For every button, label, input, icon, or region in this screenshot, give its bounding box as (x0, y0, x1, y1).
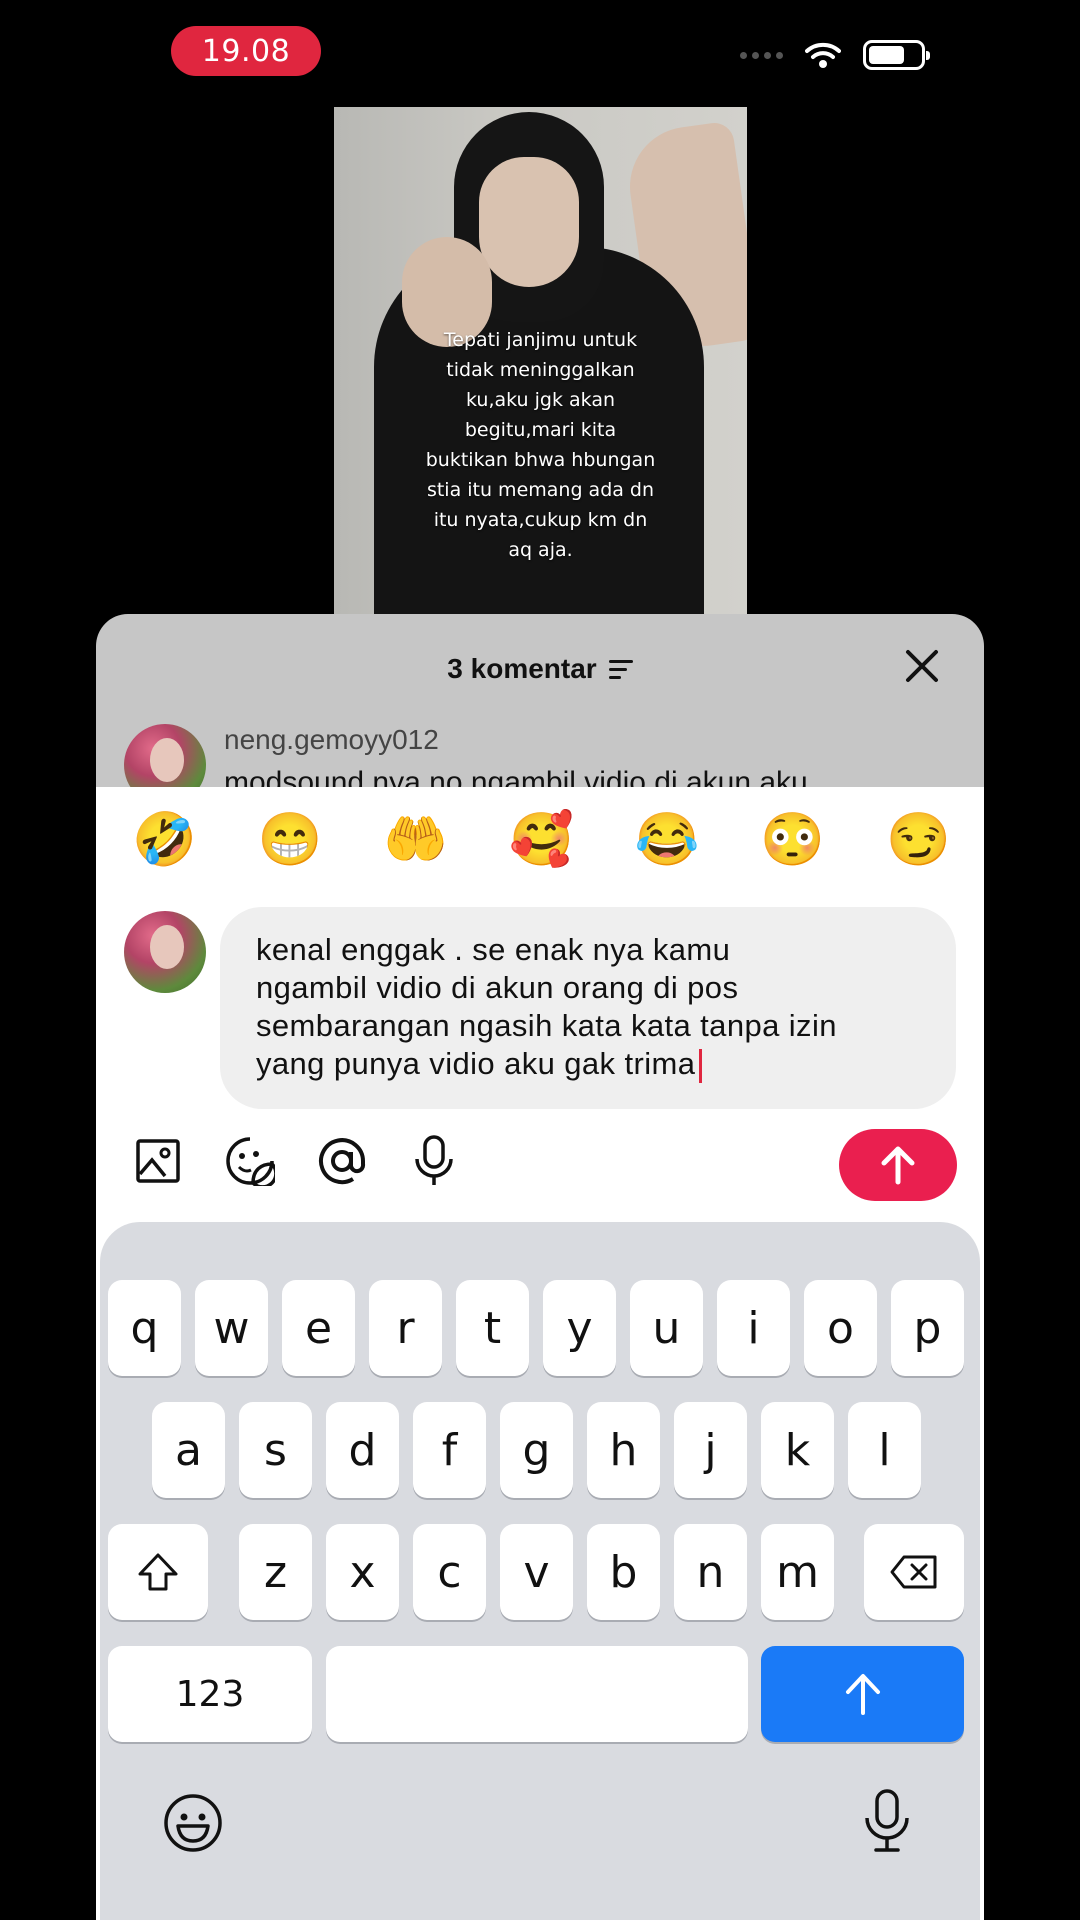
key-e[interactable]: e (282, 1280, 355, 1376)
key-g[interactable]: g (500, 1402, 573, 1498)
key-c[interactable]: c (413, 1524, 486, 1620)
comment-input-line: kenal enggak . se enak nya kamu (256, 932, 731, 967)
comment-input-line: ngambil vidio di akun orang di pos (256, 970, 739, 1005)
on-screen-keyboard: q w e r t y u i o p a s d f g h j k l z … (100, 1222, 980, 1920)
key-r[interactable]: r (369, 1280, 442, 1376)
delete-key[interactable] (864, 1524, 964, 1620)
key-v[interactable]: v (500, 1524, 573, 1620)
comment-count-header[interactable]: 3 komentar (96, 644, 984, 694)
key-i[interactable]: i (717, 1280, 790, 1376)
arrow-up-icon (845, 1674, 880, 1715)
user-avatar (124, 911, 206, 993)
key-y[interactable]: y (543, 1280, 616, 1376)
emoji-smirk[interactable]: 😏 (886, 809, 951, 871)
key-w[interactable]: w (195, 1280, 268, 1376)
key-n[interactable]: n (674, 1524, 747, 1620)
mention-icon[interactable] (316, 1135, 368, 1187)
key-t[interactable]: t (456, 1280, 529, 1376)
comment-username[interactable]: neng.gemoyy012 (224, 724, 439, 756)
backspace-icon (890, 1555, 937, 1589)
comment-sheet: 3 komentar neng.gemoyy012 modsound nya n… (96, 614, 984, 1920)
shift-key[interactable] (108, 1524, 208, 1620)
comment-input-line: sembarangan ngasih kata kata tanpa izin (256, 1008, 837, 1043)
close-icon[interactable] (900, 644, 944, 688)
key-x[interactable]: x (326, 1524, 399, 1620)
key-q[interactable]: q (108, 1280, 181, 1376)
status-icons (740, 40, 930, 70)
status-time: 19.08 (171, 26, 321, 76)
key-m[interactable]: m (761, 1524, 834, 1620)
shift-icon (138, 1553, 178, 1591)
key-f[interactable]: f (413, 1402, 486, 1498)
arrow-up-icon (881, 1146, 915, 1185)
emoji-palms-up[interactable]: 🤲 (383, 809, 448, 871)
send-comment-button[interactable] (839, 1129, 957, 1201)
key-p[interactable]: p (891, 1280, 964, 1376)
emoji-joy[interactable]: 😂 (635, 809, 700, 871)
video-preview[interactable]: Tepati janjimu untuk tidak meninggalkan … (334, 107, 747, 617)
sticker-icon[interactable] (224, 1135, 276, 1187)
composer-toolbar (132, 1135, 460, 1187)
key-j[interactable]: j (674, 1402, 747, 1498)
sort-filter-icon[interactable] (608, 659, 633, 679)
wifi-icon (805, 42, 841, 68)
comment-input-line: yang punya vidio aku gak trima (256, 1046, 696, 1081)
key-b[interactable]: b (587, 1524, 660, 1620)
space-key[interactable] (326, 1646, 748, 1742)
return-key[interactable] (761, 1646, 964, 1742)
key-l[interactable]: l (848, 1402, 921, 1498)
mic-icon[interactable] (408, 1135, 460, 1187)
key-k[interactable]: k (761, 1402, 834, 1498)
key-h[interactable]: h (587, 1402, 660, 1498)
video-caption: Tepati janjimu untuk tidak meninggalkan … (425, 329, 656, 561)
signal-icon (740, 51, 783, 59)
emoji-hearts[interactable]: 🥰 (509, 809, 574, 871)
emoji-flushed[interactable]: 😳 (760, 809, 825, 871)
comment-input[interactable]: kenal enggak . se enak nya kamu ngambil … (220, 907, 956, 1109)
comment-count: 3 komentar (447, 653, 597, 684)
battery-icon (863, 40, 930, 70)
emoji-grin[interactable]: 😁 (258, 809, 323, 871)
key-d[interactable]: d (326, 1402, 399, 1498)
key-a[interactable]: a (152, 1402, 225, 1498)
key-s[interactable]: s (239, 1402, 312, 1498)
emoji-rofl[interactable]: 🤣 (132, 809, 197, 871)
emoji-keyboard-icon[interactable] (162, 1792, 224, 1854)
key-u[interactable]: u (630, 1280, 703, 1376)
key-o[interactable]: o (804, 1280, 877, 1376)
numbers-key[interactable]: 123 (108, 1646, 312, 1742)
key-z[interactable]: z (239, 1524, 312, 1620)
text-cursor (699, 1048, 703, 1083)
dictation-mic-icon[interactable] (862, 1788, 912, 1854)
image-icon[interactable] (132, 1135, 184, 1187)
quick-emoji-bar: 🤣 😁 🤲 🥰 😂 😳 😏 (132, 809, 951, 871)
comment-composer: 🤣 😁 🤲 🥰 😂 😳 😏 kenal enggak . se enak nya… (96, 787, 984, 1920)
